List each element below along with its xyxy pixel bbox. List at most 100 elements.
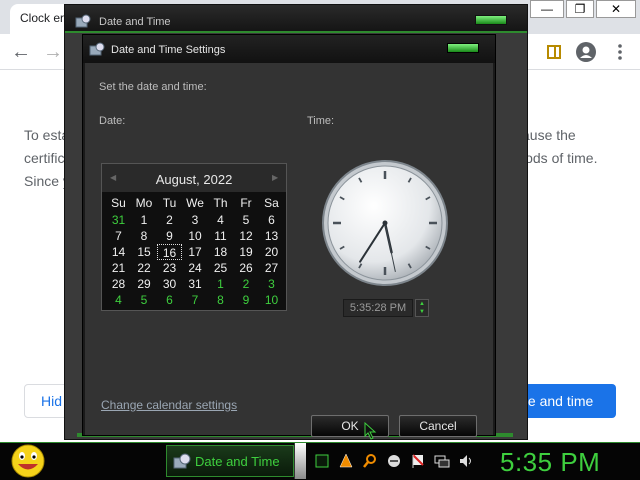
calendar-day[interactable]: 5	[234, 212, 259, 228]
calendar-day[interactable]: 23	[157, 260, 182, 276]
search-tray-icon[interactable]	[362, 453, 378, 469]
network-tray-icon[interactable]	[434, 453, 450, 469]
calendar: ◀ August, 2022 ▶ Su Mo Tu We Th Fr Sa 31 1 2 3 4 5 6 7…	[101, 163, 287, 311]
calendar-day[interactable]: 1	[132, 212, 157, 228]
outer-title-bar[interactable]: Date and Time	[65, 5, 527, 33]
calendar-day[interactable]: 22	[132, 260, 157, 276]
taskbar-item-date-and-time[interactable]: Date and Time	[166, 445, 294, 477]
mouse-cursor-icon	[364, 422, 377, 440]
time-input[interactable]: 5:35:28 PM	[343, 299, 413, 317]
weekday-header: Su	[111, 196, 126, 210]
back-arrow-icon[interactable]: ←	[8, 39, 34, 65]
calendar-header: ◀ August, 2022 ▶	[102, 164, 286, 192]
green-square-tray-icon[interactable]	[314, 453, 330, 469]
calendar-day[interactable]: 31	[183, 276, 208, 292]
taskbar-item-label: Date and Time	[195, 454, 280, 469]
calendar-day[interactable]: 3	[259, 276, 284, 292]
reading-list-icon[interactable]	[544, 42, 564, 62]
profile-avatar-icon[interactable]	[576, 42, 596, 62]
spin-up-icon[interactable]: ▲	[416, 300, 428, 308]
next-month-icon[interactable]: ▶	[272, 173, 278, 182]
dialog-close-button[interactable]	[447, 43, 479, 53]
calendar-day[interactable]: 10	[259, 292, 284, 308]
browser-tab[interactable]: Clock er	[10, 4, 70, 34]
calendar-day[interactable]: 29	[132, 276, 157, 292]
close-window-button[interactable]: ✕	[596, 0, 636, 18]
calendar-day[interactable]: 11	[208, 228, 233, 244]
calendar-day[interactable]: 8	[132, 228, 157, 244]
calendar-day[interactable]: 19	[234, 244, 259, 260]
calendar-day[interactable]: 1	[208, 276, 233, 292]
spin-down-icon[interactable]: ▼	[416, 308, 428, 316]
calendar-day[interactable]: 26	[234, 260, 259, 276]
volume-tray-icon[interactable]	[458, 453, 474, 469]
browser-tab-title: Clock er	[20, 11, 65, 25]
page-body-text-right: ause the iods of time.	[522, 124, 597, 170]
forward-arrow-icon[interactable]: →	[40, 39, 66, 65]
date-time-app-icon	[89, 42, 105, 61]
analog-clock	[321, 159, 449, 287]
calendar-day[interactable]: 9	[234, 292, 259, 308]
record-tray-icon[interactable]	[386, 453, 402, 469]
time-spinner[interactable]: ▲ ▼	[415, 299, 429, 317]
calendar-day[interactable]: 27	[259, 260, 284, 276]
date-time-app-icon	[173, 453, 191, 469]
calendar-day[interactable]: 25	[208, 260, 233, 276]
vlc-tray-icon[interactable]	[338, 453, 354, 469]
calendar-day[interactable]: 6	[157, 292, 182, 308]
calendar-month-title[interactable]: August, 2022	[102, 172, 286, 187]
weekday-header: Sa	[264, 196, 279, 210]
calendar-day[interactable]: 15	[132, 244, 157, 260]
body-line: iods of time.	[522, 150, 598, 166]
outer-close-button[interactable]	[475, 15, 507, 25]
date-time-settings-dialog: Date and Time Settings Set the date and …	[82, 34, 496, 437]
outer-title: Date and Time	[99, 16, 171, 28]
clock-center-pin	[382, 220, 388, 226]
calendar-day[interactable]: 8	[208, 292, 233, 308]
restore-button[interactable]: ❐	[566, 0, 594, 18]
calendar-day[interactable]: 2	[234, 276, 259, 292]
calendar-day[interactable]: 24	[183, 260, 208, 276]
calendar-day[interactable]: 21	[106, 260, 131, 276]
dialog-body: Set the date and time: Date: Time: ◀ Aug…	[85, 63, 493, 437]
dialog-title-bar[interactable]: Date and Time Settings	[83, 35, 495, 63]
calendar-day[interactable]: 31	[106, 212, 131, 228]
calendar-day[interactable]: 4	[208, 212, 233, 228]
more-menu-icon[interactable]	[610, 42, 630, 62]
calendar-day[interactable]: 18	[208, 244, 233, 260]
calendar-day[interactable]: 7	[106, 228, 131, 244]
instruction-text: Set the date and time:	[99, 81, 207, 93]
calendar-day[interactable]: 4	[106, 292, 131, 308]
calendar-day[interactable]: 9	[157, 228, 182, 244]
calendar-day[interactable]: 13	[259, 228, 284, 244]
calendar-day[interactable]: 5	[132, 292, 157, 308]
flag-tray-icon[interactable]	[410, 453, 426, 469]
calendar-day[interactable]: 7	[183, 292, 208, 308]
date-time-app-icon	[75, 14, 91, 33]
weekday-header: Fr	[240, 196, 252, 210]
calendar-day[interactable]: 3	[183, 212, 208, 228]
time-label: Time:	[307, 115, 335, 127]
change-calendar-settings-link[interactable]: Change calendar settings	[101, 398, 237, 412]
weekday-header: Mo	[135, 196, 153, 210]
calendar-day[interactable]: 6	[259, 212, 284, 228]
calendar-day[interactable]: 28	[106, 276, 131, 292]
taskbar: Date and Time 5:35 PM	[0, 442, 640, 480]
calendar-day[interactable]: 12	[234, 228, 259, 244]
taskbar-scroll-handle[interactable]	[294, 443, 306, 479]
calendar-day[interactable]: 30	[157, 276, 182, 292]
weekday-header: We	[186, 196, 204, 210]
weekday-header: Tu	[162, 196, 177, 210]
body-line: ause the	[522, 127, 576, 143]
calendar-day[interactable]: 14	[106, 244, 131, 260]
taskbar-clock[interactable]: 5:35 PM	[500, 447, 600, 478]
calendar-day[interactable]: 16	[157, 244, 182, 260]
start-smiley-icon[interactable]	[8, 443, 48, 479]
calendar-day[interactable]: 17	[183, 244, 208, 260]
calendar-day[interactable]: 10	[183, 228, 208, 244]
calendar-day[interactable]: 2	[157, 212, 182, 228]
date-label: Date:	[99, 115, 126, 127]
cancel-button[interactable]: Cancel	[399, 415, 477, 437]
calendar-day[interactable]: 20	[259, 244, 284, 260]
minimize-button[interactable]: —	[530, 0, 564, 18]
